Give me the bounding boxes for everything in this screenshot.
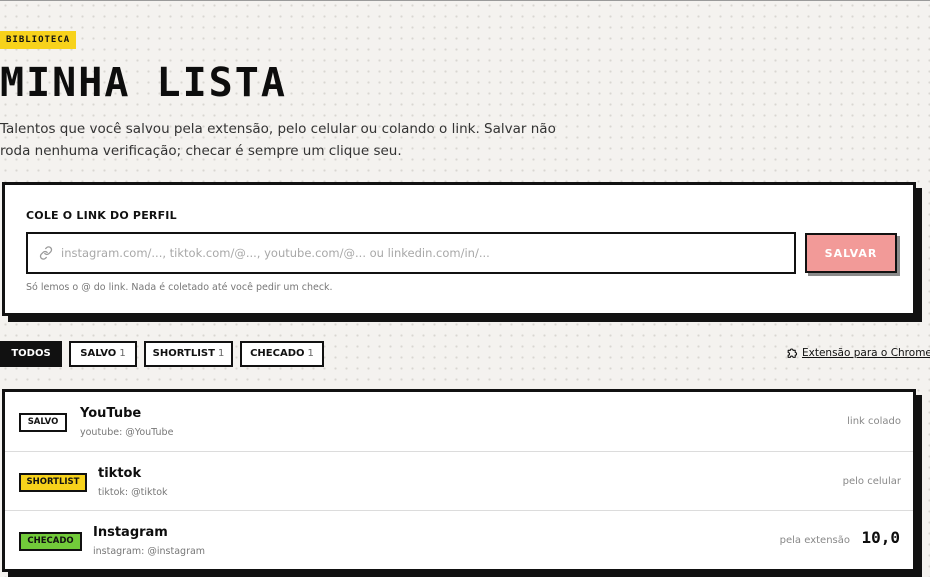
filter-todos[interactable]: TODOS xyxy=(0,341,62,367)
filter-count: 1 xyxy=(119,348,126,359)
section-badge: BIBLIOTECA xyxy=(0,31,77,49)
talent-handle: instagram: @instagram xyxy=(93,546,206,557)
check-score: 10,0 xyxy=(861,528,900,547)
filter-count: 1 xyxy=(217,348,225,359)
filter-checado[interactable]: CHECADO 1 xyxy=(240,341,324,367)
filter-label: TODOS xyxy=(11,348,51,359)
status-badge: SHORTLIST xyxy=(19,473,87,492)
list-item[interactable]: SHORTLIST tiktok tiktok: @tiktok pelo ce… xyxy=(5,451,913,510)
link-icon xyxy=(39,246,53,260)
talent-name: Instagram xyxy=(93,525,168,540)
save-source: pela extensão xyxy=(779,535,850,546)
save-button[interactable]: SALVAR xyxy=(805,233,897,273)
saved-talents-list: SALVO YouTube youtube: @YouTube link col… xyxy=(2,389,916,572)
page-description: Talentos que você salvou pela extensão, … xyxy=(0,121,556,159)
filter-label: CHECADO xyxy=(250,348,305,359)
profile-link-input[interactable] xyxy=(61,234,794,272)
paste-link-label: COLE O LINK DO PERFIL xyxy=(26,209,177,222)
filter-shortlist[interactable]: SHORTLIST 1 xyxy=(144,341,233,367)
talent-handle: tiktok: @tiktok xyxy=(98,487,168,498)
save-source: link colado xyxy=(847,416,901,427)
list-item[interactable]: CHECADO Instagram instagram: @instagram … xyxy=(5,510,913,569)
save-source: pelo celular xyxy=(842,476,901,487)
filter-salvo[interactable]: SALVO 1 xyxy=(69,341,137,367)
filter-count: 1 xyxy=(307,348,314,359)
talent-name: tiktok xyxy=(98,466,142,481)
chrome-extension-label: Extensão para o Chrome xyxy=(802,346,930,359)
top-divider xyxy=(0,0,930,1)
status-badge: CHECADO xyxy=(19,532,82,551)
filter-label: SHORTLIST xyxy=(152,348,215,359)
paste-link-card: COLE O LINK DO PERFIL SALVAR Só lemos o … xyxy=(2,182,916,316)
chrome-extension-link[interactable]: Extensão para o Chrome xyxy=(786,346,930,359)
list-item[interactable]: SALVO YouTube youtube: @YouTube link col… xyxy=(5,392,913,451)
filter-label: SALVO xyxy=(80,348,117,359)
paste-link-hint: Só lemos o @ do link. Nada é coletado at… xyxy=(26,282,333,293)
puzzle-icon xyxy=(786,346,799,359)
talent-name: YouTube xyxy=(80,406,142,421)
page-title: MINHA LISTA xyxy=(0,60,287,106)
status-badge: SALVO xyxy=(19,413,67,432)
talent-handle: youtube: @YouTube xyxy=(80,427,174,438)
profile-link-field[interactable] xyxy=(26,232,796,274)
page: BIBLIOTECA MINHA LISTA Talentos que você… xyxy=(0,0,930,577)
